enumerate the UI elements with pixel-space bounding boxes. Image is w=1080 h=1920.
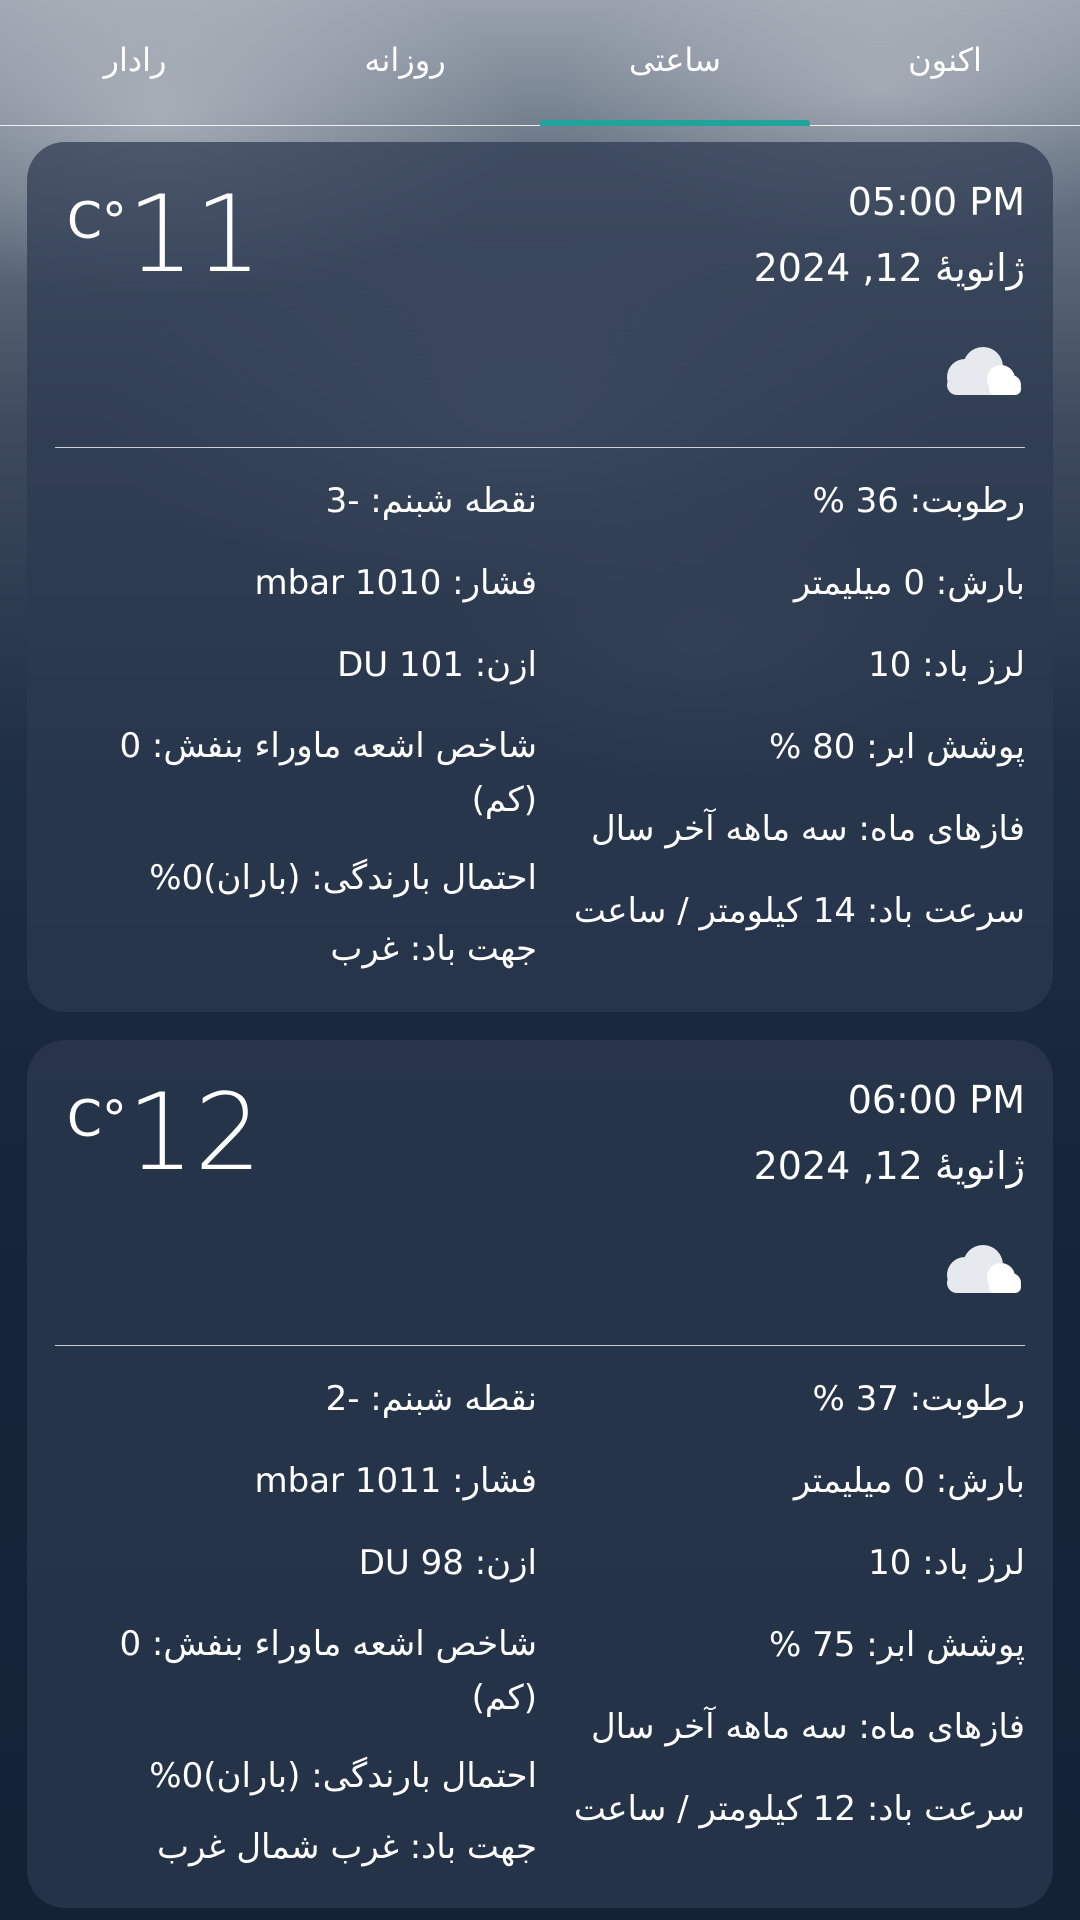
tab-radar[interactable]: رادار bbox=[0, 0, 270, 125]
temperature-unit: C° bbox=[67, 1090, 127, 1148]
humidity: رطوبت: 36 % bbox=[812, 481, 1025, 521]
precipitation: بارش: 0 میلیمتر bbox=[793, 1461, 1025, 1501]
tab-daily[interactable]: روزانه bbox=[270, 0, 540, 125]
pressure: فشار: 1011 mbar bbox=[254, 1461, 537, 1501]
cloud-icon bbox=[947, 1245, 1021, 1293]
wind-direction: جهت باد: غرب bbox=[330, 929, 537, 969]
dew-point: نقطه شبنم: -3 bbox=[325, 481, 537, 521]
pressure: فشار: 1010 mbar bbox=[254, 563, 537, 603]
tab-hourly[interactable]: ساعتی bbox=[540, 0, 810, 126]
forecast-time: 06:00 PM bbox=[847, 1078, 1025, 1122]
tab-bar: اکنون ساعتی روزانه رادار bbox=[0, 0, 1080, 126]
temperature-value: 12 bbox=[126, 1071, 262, 1194]
divider bbox=[55, 1345, 1025, 1346]
precipitation-chance: احتمال بارندگی: (باران)0% bbox=[149, 858, 537, 898]
humidity: رطوبت: 37 % bbox=[812, 1379, 1025, 1419]
uv-index: شاخص اشعه ماوراء بنفش: 0 (کم) bbox=[119, 726, 537, 820]
moon-phase: فازهای ماه: سه ماهه آخر سال bbox=[590, 1707, 1025, 1747]
wind-speed: سرعت باد: 14 کیلومتر / ساعت bbox=[573, 891, 1025, 931]
temperature-value: 11 bbox=[126, 173, 262, 296]
wind-speed: سرعت باد: 12 کیلومتر / ساعت bbox=[573, 1789, 1025, 1829]
temperature: C°11 bbox=[67, 182, 262, 288]
ozone: ازن: 101 DU bbox=[337, 645, 537, 685]
tab-now[interactable]: اکنون bbox=[810, 0, 1080, 125]
dew-point: نقطه شبنم: -2 bbox=[325, 1379, 537, 1419]
precipitation-chance: احتمال بارندگی: (باران)0% bbox=[149, 1756, 537, 1796]
hourly-card: 06:00 PM ژانویهٔ 12, 2024 C°12 رطوبت: 37… bbox=[27, 1040, 1053, 1908]
details-right-column: رطوبت: 36 % بارش: 0 میلیمتر لرز باد: 10 … bbox=[555, 460, 1025, 952]
cloud-icon bbox=[947, 347, 1021, 395]
ozone: ازن: 98 DU bbox=[358, 1543, 537, 1583]
cloud-cover: پوشش ابر: 75 % bbox=[769, 1625, 1025, 1665]
uv-index: شاخص اشعه ماوراء بنفش: 0 (کم) bbox=[119, 1624, 537, 1718]
wind-direction: جهت باد: غرب شمال غرب bbox=[156, 1827, 537, 1867]
details-left-column: نقطه شبنم: -2 فشار: 1011 mbar ازن: 98 DU… bbox=[67, 1358, 537, 1877]
forecast-date: ژانویهٔ 12, 2024 bbox=[753, 246, 1025, 290]
hourly-card: 05:00 PM ژانویهٔ 12, 2024 C°11 رطوبت: 36… bbox=[27, 142, 1053, 1012]
divider bbox=[55, 447, 1025, 448]
details-right-column: رطوبت: 37 % بارش: 0 میلیمتر لرز باد: 10 … bbox=[555, 1358, 1025, 1850]
moon-phase: فازهای ماه: سه ماهه آخر سال bbox=[590, 809, 1025, 849]
temperature: C°12 bbox=[67, 1080, 262, 1186]
precipitation: بارش: 0 میلیمتر bbox=[793, 563, 1025, 603]
cloud-cover: پوشش ابر: 80 % bbox=[769, 727, 1025, 767]
forecast-time: 05:00 PM bbox=[847, 180, 1025, 224]
details-left-column: نقطه شبنم: -3 فشار: 1010 mbar ازن: 101 D… bbox=[67, 460, 537, 979]
temperature-unit: C° bbox=[67, 192, 127, 250]
forecast-date: ژانویهٔ 12, 2024 bbox=[753, 1144, 1025, 1188]
wind-chill: لرز باد: 10 bbox=[868, 1543, 1025, 1583]
wind-chill: لرز باد: 10 bbox=[868, 645, 1025, 685]
